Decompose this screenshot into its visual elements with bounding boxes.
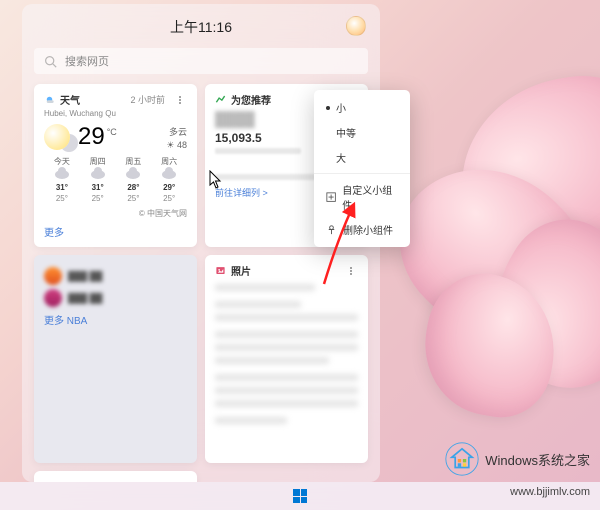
- unpin-icon: [326, 224, 337, 235]
- search-box[interactable]: 搜索网页: [34, 48, 368, 74]
- clock: 上午11:16: [170, 17, 232, 37]
- weather-icon: [44, 94, 55, 105]
- desktop-wallpaper: 上午11:16 搜索网页 天气 2 小时前 Hubei, Wuchang Qu …: [0, 0, 600, 510]
- weather-temp: 29: [78, 125, 105, 149]
- weather-temp-unit: °C: [107, 127, 117, 137]
- weather-widget[interactable]: 天气 2 小时前 Hubei, Wuchang Qu 29 °C 多云 ☀ 48…: [34, 84, 197, 247]
- menu-size-medium[interactable]: 中等: [314, 120, 410, 145]
- photos-widget[interactable]: 照片: [205, 255, 368, 463]
- calendar-widget[interactable]: 日历 2021 6 月▾ 一二三四五六日 123456 2829301234: [34, 471, 197, 482]
- sports-more-link[interactable]: 更多 NBA: [44, 312, 187, 327]
- team-logo-2: [44, 289, 62, 307]
- weather-forecast: 今天31°25° 周四31°25° 周五28°25° 周六29°25°: [44, 156, 187, 204]
- weather-condition-icon: [44, 124, 70, 150]
- weather-location: Hubei, Wuchang Qu: [44, 109, 187, 118]
- user-avatar[interactable]: [346, 16, 366, 36]
- weather-more-link[interactable]: 更多: [44, 224, 187, 239]
- weather-menu-button[interactable]: [173, 93, 187, 107]
- sports-widget[interactable]: ███ ██ ███ ██ 更多 NBA: [34, 255, 197, 463]
- search-placeholder: 搜索网页: [65, 53, 109, 69]
- menu-size-small[interactable]: 小: [314, 95, 410, 120]
- recommended-title: 为您推荐: [231, 92, 271, 107]
- weather-title: 天气: [60, 92, 80, 107]
- weather-source: © 中国天气网: [44, 208, 187, 219]
- photos-title: 照片: [231, 263, 251, 278]
- watermark-url: www.bjjimlv.com: [510, 486, 590, 498]
- start-button[interactable]: [291, 487, 309, 505]
- photos-icon: [215, 265, 226, 276]
- widget-context-menu: 小 中等 大 自定义小组件 删除小组件: [314, 90, 410, 247]
- watermark-text: Windows系统之家: [485, 450, 590, 469]
- search-icon: [44, 55, 57, 68]
- team-logo-1: [44, 267, 62, 285]
- menu-customize[interactable]: 自定义小组件: [314, 177, 410, 217]
- weather-updated: 2 小时前: [130, 93, 165, 106]
- photos-menu-button[interactable]: [344, 264, 358, 278]
- customize-icon: [326, 192, 336, 203]
- chart-icon: [215, 94, 226, 105]
- watermark: Windows系统之家: [445, 442, 590, 476]
- menu-size-large[interactable]: 大: [314, 145, 410, 170]
- watermark-logo: [445, 442, 479, 476]
- menu-remove[interactable]: 删除小组件: [314, 217, 410, 242]
